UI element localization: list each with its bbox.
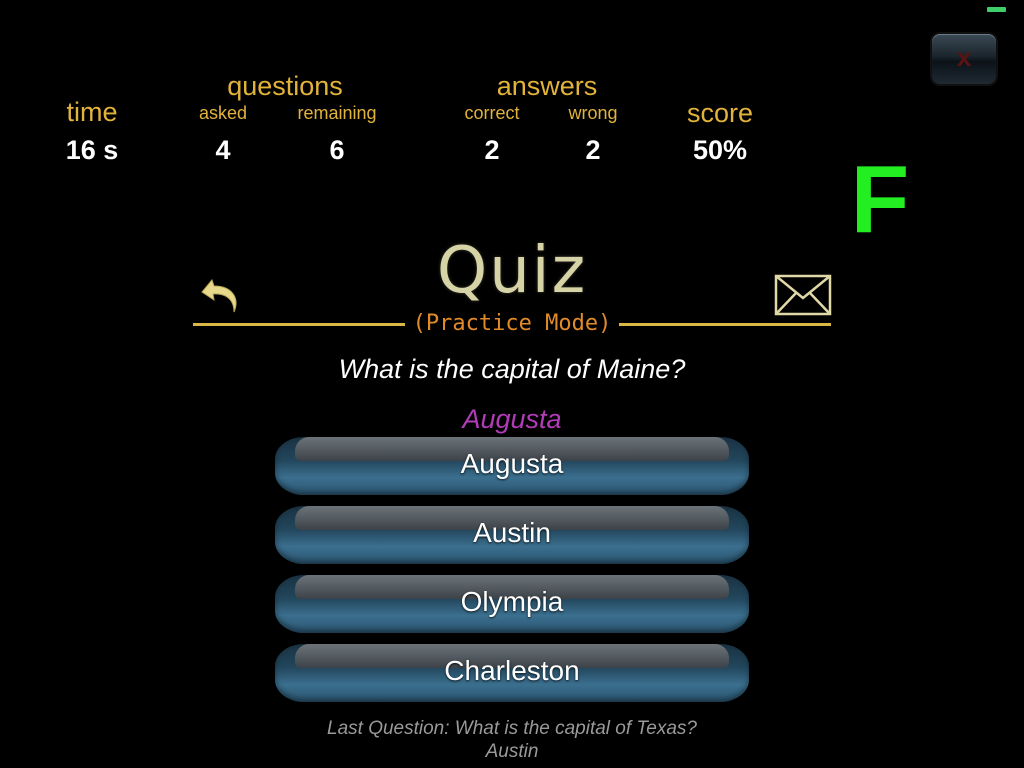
time-label: time	[66, 97, 118, 127]
answer-option-label: Charleston	[444, 655, 580, 686]
score-value: 50%	[692, 135, 748, 165]
last-question-text: Last Question: What is the capital of Te…	[327, 718, 697, 739]
score-label: score	[686, 98, 754, 128]
wrong-label: wrong	[568, 103, 618, 123]
asked-label: asked	[198, 103, 248, 123]
answer-option-4[interactable]: Charleston	[275, 644, 749, 702]
answer-option-label: Olympia	[460, 586, 564, 617]
time-value: 16 s	[65, 135, 119, 165]
correct-value: 2	[484, 135, 500, 165]
title-rule-left	[193, 323, 405, 326]
practice-mode-label: (Practice Mode)	[412, 311, 612, 336]
grade-letter: F	[850, 146, 910, 253]
quiz-title: Quiz	[436, 234, 588, 308]
close-icon: x	[956, 44, 972, 74]
answer-option-label: Austin	[473, 517, 551, 548]
last-answer-text: Austin	[485, 741, 539, 762]
battery-indicator	[987, 7, 1006, 12]
correct-label: correct	[464, 103, 520, 123]
wrong-value: 2	[585, 135, 601, 165]
answer-option-label: Augusta	[460, 448, 564, 479]
remaining-value: 6	[329, 135, 345, 165]
answer-option-2[interactable]: Austin	[275, 506, 749, 564]
remaining-label: remaining	[297, 103, 377, 123]
envelope-icon[interactable]	[774, 274, 832, 316]
question-text: What is the capital of Maine?	[338, 354, 686, 384]
questions-label: questions	[227, 71, 343, 101]
answer-option-3[interactable]: Olympia	[275, 575, 749, 633]
answers-label: answers	[496, 71, 598, 101]
close-button[interactable]: x	[932, 34, 996, 84]
answer-option-1[interactable]: Augusta	[275, 437, 749, 495]
correct-answer-hint: Augusta	[462, 404, 562, 434]
back-arrow-icon[interactable]	[198, 274, 244, 318]
title-rule-right	[619, 323, 831, 326]
asked-value: 4	[215, 135, 231, 165]
